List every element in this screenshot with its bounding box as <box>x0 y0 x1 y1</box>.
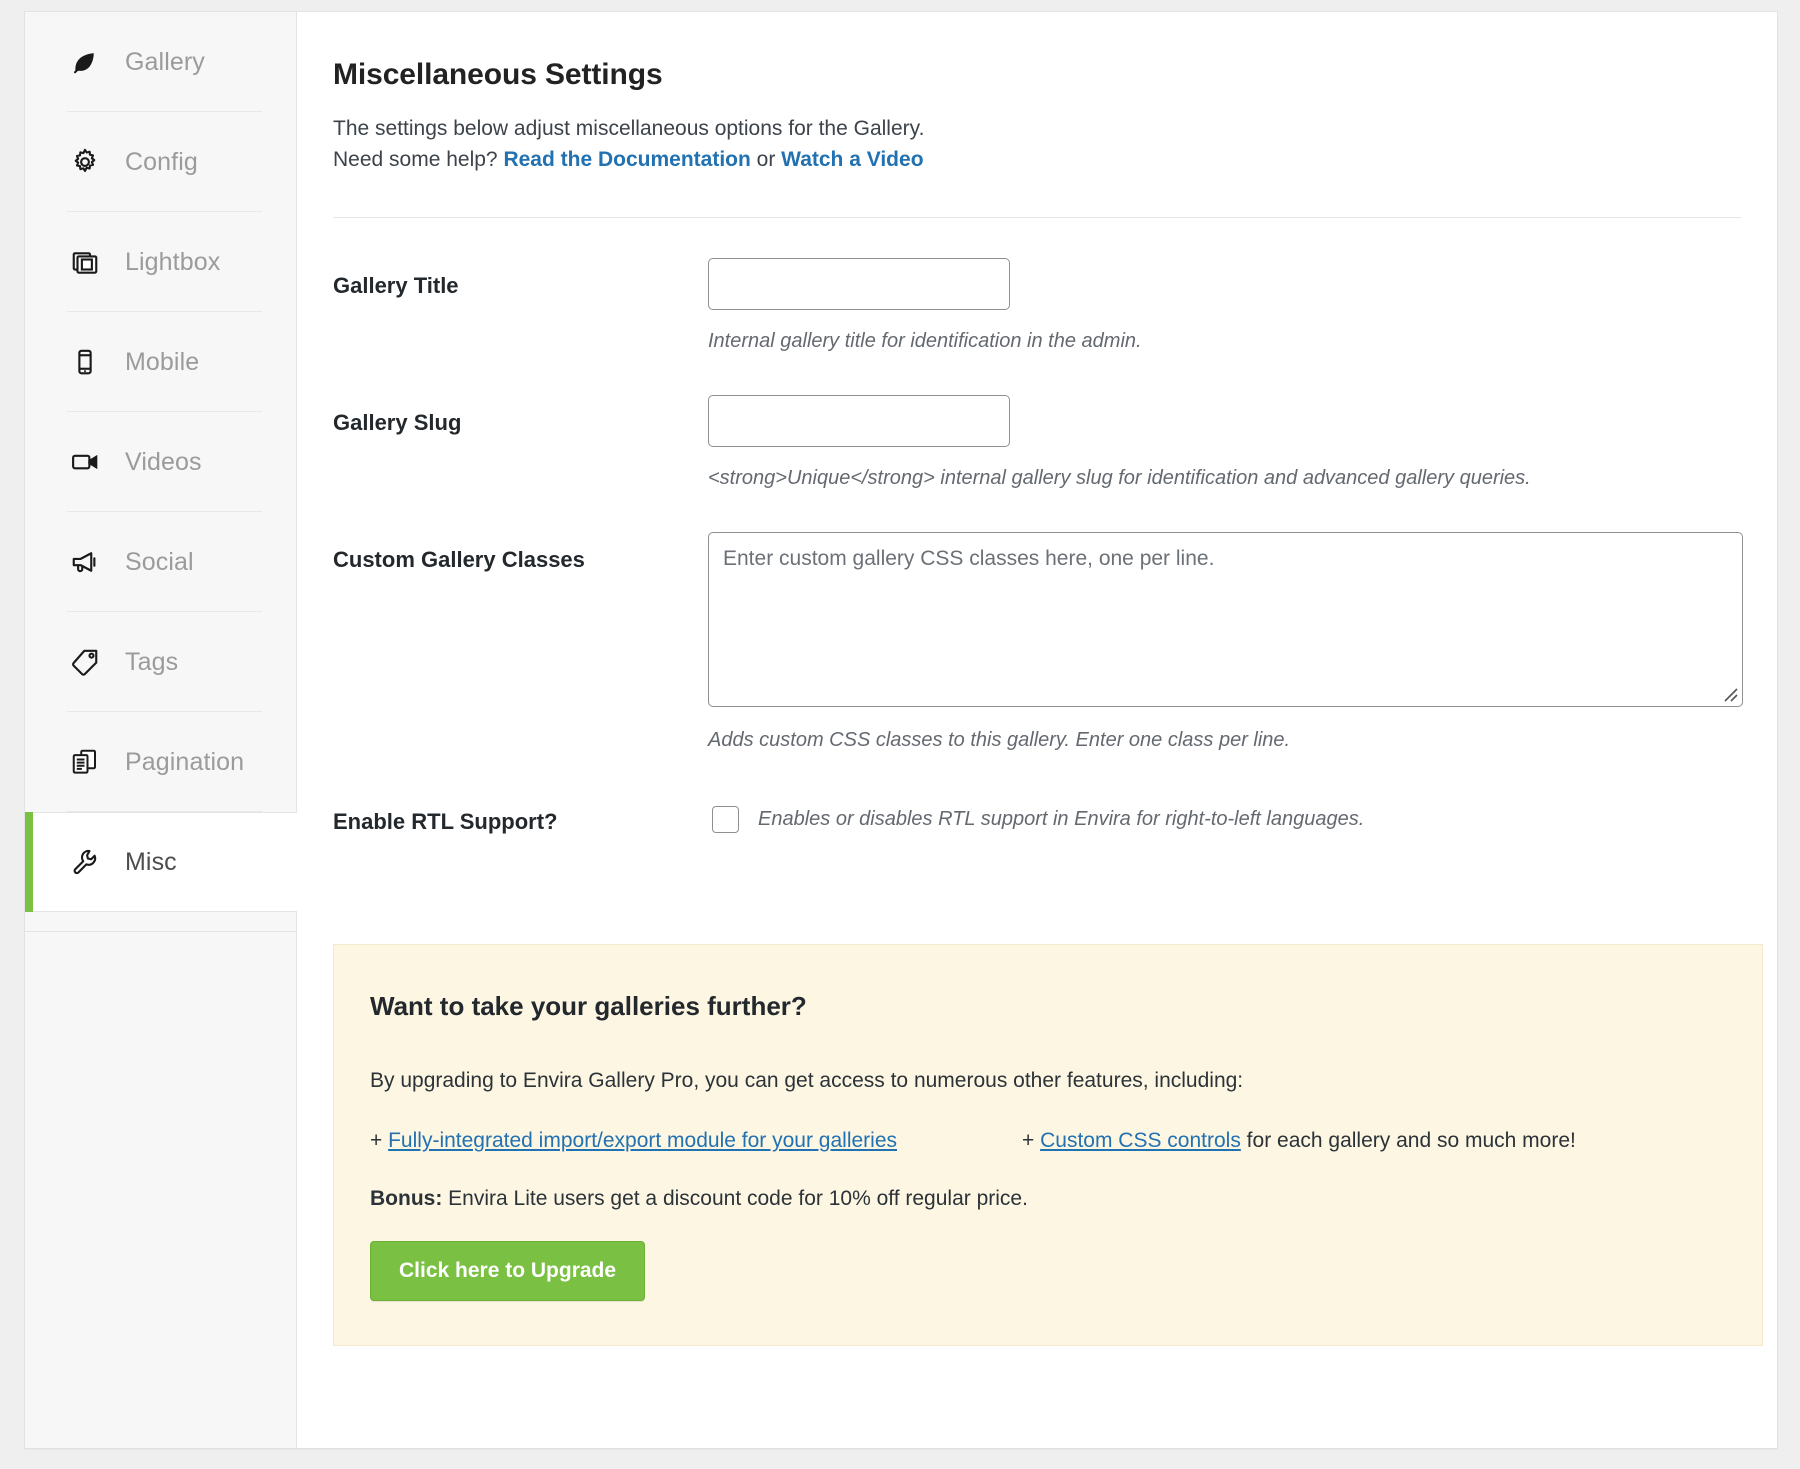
promo-right-suffix: for each gallery and so much more! <box>1241 1129 1576 1152</box>
custom-css-link[interactable]: Custom CSS controls <box>1040 1129 1241 1152</box>
gallery-title-label: Gallery Title <box>333 258 708 301</box>
help-prefix: Need some help? <box>333 148 503 171</box>
sidebar-item-social[interactable]: Social <box>33 512 296 612</box>
custom-classes-label: Custom Gallery Classes <box>333 532 708 575</box>
sidebar-item-label: Tags <box>125 648 178 677</box>
upgrade-promo-box: Want to take your galleries further? By … <box>333 944 1763 1346</box>
sidebar-item-mobile[interactable]: Mobile <box>33 312 296 412</box>
sidebar-item-label: Lightbox <box>125 248 220 277</box>
documentation-link[interactable]: Read the Documentation <box>503 148 750 171</box>
custom-classes-wrap <box>708 532 1743 707</box>
promo-intro: By upgrading to Envira Gallery Pro, you … <box>370 1066 1726 1095</box>
gallery-title-help: Internal gallery title for identificatio… <box>708 327 1741 355</box>
sidebar-item-label: Mobile <box>125 348 199 377</box>
gallery-slug-label: Gallery Slug <box>333 395 708 438</box>
page-description-line1: The settings below adjust miscellaneous … <box>333 117 924 140</box>
pagination-icon <box>67 744 103 780</box>
sidebar-item-misc[interactable]: Misc <box>25 812 297 912</box>
sidebar-item-label: Misc <box>125 848 177 877</box>
upgrade-button[interactable]: Click here to Upgrade <box>370 1241 645 1301</box>
field-custom-gallery-classes: Custom Gallery Classes Adds custom <box>333 492 1741 754</box>
custom-classes-textarea[interactable] <box>708 532 1743 707</box>
gear-icon <box>67 144 103 180</box>
page-description: The settings below adjust miscellaneous … <box>333 114 1741 175</box>
video-icon <box>67 444 103 480</box>
sidebar-item-gallery[interactable]: Gallery <box>33 12 296 112</box>
promo-feature-links: + Fully-integrated import/export module … <box>370 1129 1726 1153</box>
sidebar-item-label: Social <box>125 548 194 577</box>
promo-title: Want to take your galleries further? <box>370 991 1726 1022</box>
field-gallery-slug: Gallery Slug <strong>Unique</strong> int… <box>333 355 1741 492</box>
promo-bonus-label: Bonus: <box>370 1187 442 1210</box>
promo-right-prefix: + <box>1022 1129 1040 1152</box>
layers-icon <box>67 244 103 280</box>
page-title: Miscellaneous Settings <box>333 58 1741 92</box>
promo-bonus: Bonus: Envira Lite users get a discount … <box>370 1187 1726 1211</box>
field-enable-rtl: Enable RTL Support? Enables or disables … <box>333 754 1741 837</box>
settings-content: Miscellaneous Settings The settings belo… <box>297 12 1777 1448</box>
rtl-label: Enable RTL Support? <box>333 794 708 837</box>
field-gallery-title: Gallery Title Internal gallery title for… <box>333 218 1741 355</box>
sidebar-item-config[interactable]: Config <box>33 112 296 212</box>
help-or: or <box>751 148 781 171</box>
sidebar-nav-list: Gallery Config <box>25 12 296 912</box>
tag-icon <box>67 644 103 680</box>
leaf-icon <box>67 44 103 80</box>
sidebar-item-pagination[interactable]: Pagination <box>33 712 296 812</box>
sidebar-item-label: Pagination <box>125 748 244 777</box>
rtl-help: Enables or disables RTL support in Envir… <box>758 808 1364 831</box>
gallery-title-input[interactable] <box>708 258 1010 310</box>
sidebar-filler <box>25 931 296 1448</box>
custom-classes-help: Adds custom CSS classes to this gallery.… <box>708 726 1741 754</box>
import-export-link[interactable]: Fully-integrated import/export module fo… <box>388 1129 897 1152</box>
settings-sidebar: Gallery Config <box>25 12 297 1448</box>
promo-feature-left: + Fully-integrated import/export module … <box>370 1129 1022 1153</box>
sidebar-item-label: Config <box>125 148 198 177</box>
sidebar-item-label: Gallery <box>125 48 205 77</box>
sidebar-item-lightbox[interactable]: Lightbox <box>33 212 296 312</box>
rtl-checkbox[interactable] <box>712 806 739 833</box>
promo-feature-right: + Custom CSS controls for each gallery a… <box>1022 1129 1576 1153</box>
megaphone-icon <box>67 544 103 580</box>
mobile-icon <box>67 344 103 380</box>
sidebar-item-tags[interactable]: Tags <box>33 612 296 712</box>
gallery-slug-help: <strong>Unique</strong> internal gallery… <box>708 464 1741 492</box>
watch-video-link[interactable]: Watch a Video <box>781 148 923 171</box>
app-page: Gallery Config <box>0 0 1800 1469</box>
settings-panel: Gallery Config <box>24 11 1778 1449</box>
wrench-icon <box>67 844 103 880</box>
sidebar-item-label: Videos <box>125 448 202 477</box>
promo-left-prefix: + <box>370 1129 388 1152</box>
gallery-slug-input[interactable] <box>708 395 1010 447</box>
promo-bonus-text: Envira Lite users get a discount code fo… <box>442 1187 1028 1210</box>
sidebar-item-videos[interactable]: Videos <box>33 412 296 512</box>
